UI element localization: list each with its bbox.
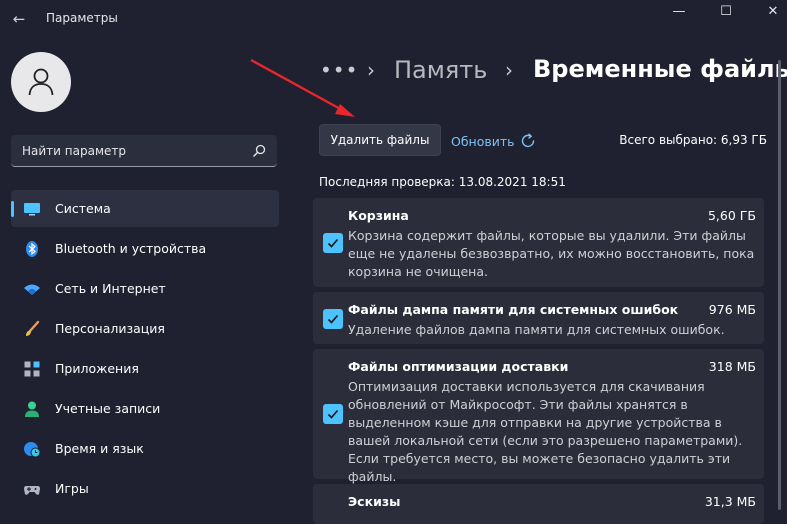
item-title: Файлы оптимизации доставки (348, 359, 569, 374)
sidebar-item-accounts[interactable]: Учетные записи (11, 390, 279, 427)
item-description: Удаление файлов дампа памяти для системн… (348, 322, 725, 337)
list-item[interactable]: Корзина 5,60 ГБ Корзина содержит файлы, … (313, 198, 764, 287)
page-title: Временные файлы (533, 55, 787, 83)
breadcrumb-parent-link[interactable]: Память (394, 56, 487, 84)
minimize-button[interactable]: — (656, 0, 702, 24)
sidebar-item-label: Приложения (55, 361, 139, 376)
sidebar-item-label: Система (55, 201, 111, 216)
item-description: Оптимизация доставки используется для ск… (348, 379, 743, 484)
breadcrumb-overflow-button[interactable]: ••• (320, 58, 358, 82)
title-bar: ← Параметры — ☐ ✕ (0, 0, 787, 40)
sidebar-item-label: Время и язык (55, 441, 144, 456)
check-icon (327, 238, 339, 248)
sidebar-item-label: Учетные записи (55, 401, 161, 416)
search-placeholder: Найти параметр (22, 144, 126, 158)
refresh-button[interactable]: Обновить (451, 131, 536, 151)
apps-icon (24, 361, 40, 377)
checkbox[interactable] (323, 233, 343, 253)
user-icon (28, 68, 54, 96)
delete-files-button[interactable]: Удалить файлы (319, 124, 441, 156)
item-title: Эскизы (348, 494, 401, 509)
back-button[interactable]: ← (8, 6, 30, 32)
refresh-label: Обновить (451, 133, 515, 149)
monitor-icon (24, 203, 40, 216)
item-size: 318 МБ (708, 359, 756, 374)
sidebar-item-label: Bluetooth и устройства (55, 241, 207, 256)
search-icon (253, 144, 266, 157)
scrollbar[interactable] (778, 60, 781, 510)
list-item[interactable]: Файлы оптимизации доставки 318 МБ Оптими… (313, 349, 764, 484)
list-item[interactable]: Эскизы 31,3 МБ (313, 484, 764, 524)
avatar[interactable] (11, 52, 71, 112)
sidebar-item-label: Сеть и Интернет (55, 281, 166, 296)
sidebar-item-label: Персонализация (55, 321, 165, 336)
sidebar-item-label: Игры (55, 481, 89, 496)
globe-clock-icon (24, 442, 41, 458)
checkbox[interactable] (323, 309, 343, 329)
total-selected: Всего выбрано: 6,93 ГБ (619, 133, 767, 147)
sidebar-item-personalization[interactable]: Персонализация (11, 310, 279, 347)
item-title: Файлы дампа памяти для системных ошибок (348, 302, 679, 317)
check-icon (327, 314, 339, 324)
brush-icon (26, 320, 40, 336)
last-check-timestamp: Последняя проверка: 13.08.2021 18:51 (319, 175, 566, 189)
sidebar-item-bluetooth[interactable]: Bluetooth и устройства (11, 230, 279, 267)
app-title: Параметры (46, 11, 118, 25)
bluetooth-icon (26, 241, 38, 257)
item-description: Корзина содержит файлы, которые вы удали… (348, 228, 755, 279)
sidebar-item-gaming[interactable]: Игры (11, 470, 279, 507)
active-indicator (11, 201, 14, 217)
search-input[interactable]: Найти параметр (11, 135, 277, 167)
checkbox[interactable] (323, 404, 343, 424)
close-button[interactable]: ✕ (750, 0, 787, 24)
person-icon (25, 401, 39, 417)
gamepad-icon (24, 486, 40, 495)
maximize-button[interactable]: ☐ (703, 0, 749, 24)
item-title: Корзина (348, 208, 409, 223)
sidebar-item-system[interactable]: Система (11, 190, 279, 227)
sidebar-item-apps[interactable]: Приложения (11, 350, 279, 387)
sidebar-item-time-language[interactable]: Время и язык (11, 430, 279, 467)
breadcrumb-separator: › (505, 58, 513, 82)
item-size: 31,3 МБ (704, 494, 756, 509)
sidebar-item-network[interactable]: Сеть и Интернет (11, 270, 279, 307)
sidebar-nav: Система Bluetooth и устройства Сеть и Ин… (11, 190, 279, 510)
wifi-icon (24, 284, 40, 295)
item-size: 976 МБ (708, 302, 756, 317)
breadcrumb-separator: › (367, 58, 375, 82)
list-item[interactable]: Файлы дампа памяти для системных ошибок … (313, 292, 764, 344)
refresh-icon (521, 133, 534, 148)
item-size: 5,60 ГБ (707, 208, 756, 223)
check-icon (327, 409, 339, 419)
